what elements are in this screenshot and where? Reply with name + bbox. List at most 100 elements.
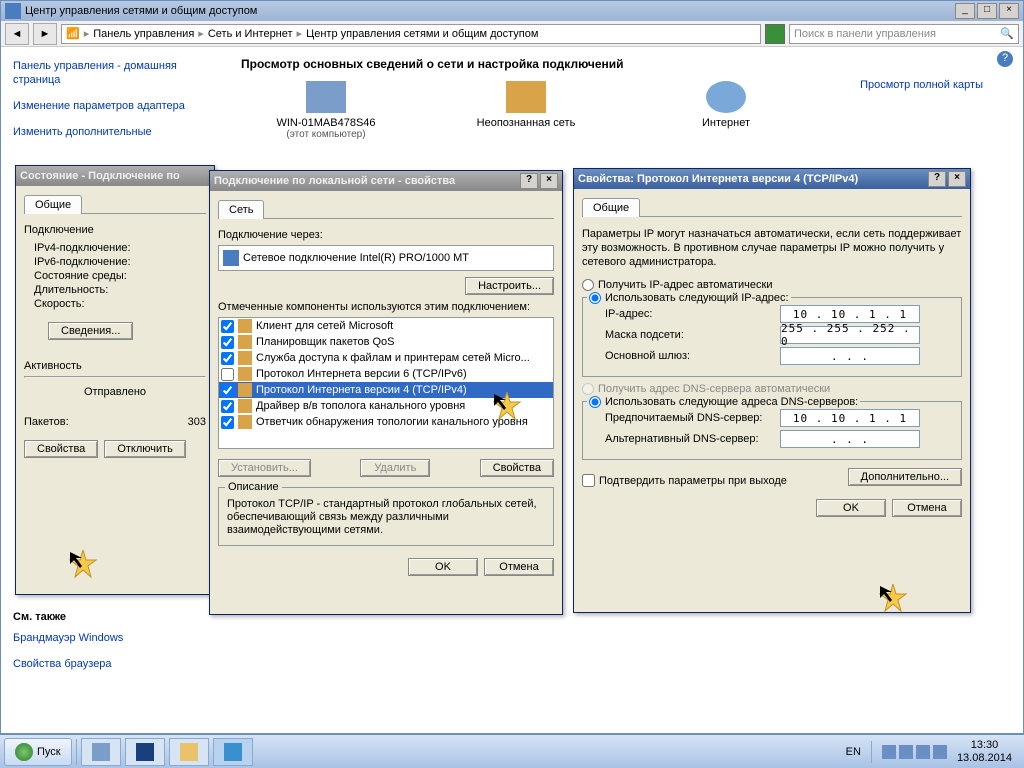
back-button[interactable]: ◄ (5, 23, 29, 45)
net-node-network: Неопознанная сеть (471, 81, 581, 140)
globe-icon (706, 81, 746, 113)
tray-icons[interactable] (882, 745, 947, 759)
titlebar[interactable]: Центр управления сетями и общим доступом… (1, 1, 1023, 21)
ip-address-input[interactable]: 10 . 10 . 1 . 1 (780, 305, 920, 323)
component-icon (238, 335, 252, 349)
component-icon (238, 351, 252, 365)
component-item[interactable]: Протокол Интернета версии 4 (TCP/IPv4) (219, 382, 553, 398)
minimize-button[interactable]: _ (955, 3, 975, 19)
close-button[interactable]: × (540, 173, 558, 189)
folder-icon: 📶 (66, 27, 80, 40)
help-button[interactable]: ? (520, 173, 538, 189)
component-icon (238, 367, 252, 381)
tab-network[interactable]: Сеть (218, 200, 264, 219)
network-icon (506, 81, 546, 113)
adapter-box: Сетевое подключение Intel(R) PRO/1000 MT (218, 245, 554, 271)
taskbar-network-active[interactable] (213, 738, 253, 766)
sidebar-link-home[interactable]: Панель управления - домашняя страница (13, 59, 189, 87)
ok-button[interactable]: OK (816, 499, 886, 517)
component-checkbox[interactable] (221, 352, 234, 365)
help-button[interactable]: ? (928, 171, 946, 187)
component-item[interactable]: Протокол Интернета версии 6 (TCP/IPv6) (219, 366, 553, 382)
component-item[interactable]: Ответчик обнаружения топологии канальног… (219, 414, 553, 430)
app-icon (5, 3, 21, 19)
activity-heading: Активность (24, 360, 206, 372)
clock[interactable]: 13:30 13.08.2014 (957, 739, 1012, 765)
page-heading: Просмотр основных сведений о сети и наст… (241, 57, 983, 71)
dns2-input[interactable]: . . . (780, 430, 920, 448)
system-tray: EN 13:30 13.08.2014 (846, 739, 1020, 765)
sidebar-link-browser[interactable]: Свойства браузера (13, 657, 189, 671)
tcpip-properties-dialog: Свойства: Протокол Интернета версии 4 (T… (573, 168, 971, 613)
start-button[interactable]: Пуск (4, 738, 72, 766)
configure-button[interactable]: Настроить... (465, 277, 554, 295)
sidebar-link-advanced[interactable]: Изменить дополнительные (13, 125, 189, 139)
connection-heading: Подключение (24, 224, 206, 236)
remove-button[interactable]: Удалить (360, 459, 430, 477)
connection-properties-dialog: Подключение по локальной сети - свойства… (209, 170, 563, 615)
dialog-titlebar[interactable]: Свойства: Протокол Интернета версии 4 (T… (574, 169, 970, 189)
component-item[interactable]: Драйвер в/в тополога канального уровня (219, 398, 553, 414)
taskbar-explorer[interactable] (81, 738, 121, 766)
close-button[interactable]: × (999, 3, 1019, 19)
component-list[interactable]: Клиент для сетей MicrosoftПланировщик па… (218, 317, 554, 449)
address-bar[interactable]: 📶 ▸ Панель управления ▸ Сеть и Интернет … (61, 24, 761, 44)
maximize-button[interactable]: □ (977, 3, 997, 19)
adapter-icon (223, 250, 239, 266)
component-item[interactable]: Служба доступа к файлам и принтерам сете… (219, 350, 553, 366)
radio-auto-ip[interactable]: Получить IP-адрес автоматически (582, 279, 962, 291)
advanced-button[interactable]: Дополнительно... (848, 468, 962, 486)
cancel-button[interactable]: Отмена (892, 499, 962, 517)
dialog-titlebar[interactable]: Состояние - Подключение по (16, 166, 214, 186)
taskbar-powershell[interactable] (125, 738, 165, 766)
breadcrumb[interactable]: Центр управления сетями и общим доступом (306, 28, 538, 40)
component-item[interactable]: Планировщик пакетов QoS (219, 334, 553, 350)
sidebar-link-adapter[interactable]: Изменение параметров адаптера (13, 99, 189, 113)
computer-icon (306, 81, 346, 113)
component-checkbox[interactable] (221, 336, 234, 349)
subnet-mask-input[interactable]: 255 . 255 . 252 . 0 (780, 326, 920, 344)
taskbar-folder[interactable] (169, 738, 209, 766)
taskbar[interactable]: Пуск EN 13:30 13.08.2014 (0, 734, 1024, 768)
component-icon (238, 383, 252, 397)
component-checkbox[interactable] (221, 320, 234, 333)
forward-button[interactable]: ► (33, 23, 57, 45)
refresh-button[interactable] (765, 24, 785, 44)
component-icon (238, 415, 252, 429)
radio-manual-ip[interactable]: Использовать следующий IP-адрес: (587, 292, 791, 304)
component-checkbox[interactable] (221, 368, 234, 381)
close-button[interactable]: × (948, 171, 966, 187)
confirm-checkbox[interactable]: Подтвердить параметры при выходе (582, 474, 787, 487)
view-map-link[interactable]: Просмотр полной карты (860, 79, 983, 91)
language-indicator[interactable]: EN (846, 746, 861, 758)
connection-status-dialog: Состояние - Подключение по Общие Подключ… (15, 165, 215, 595)
cancel-button[interactable]: Отмена (484, 558, 554, 576)
breadcrumb[interactable]: Сеть и Интернет (208, 28, 293, 40)
properties-button[interactable]: Свойства (24, 440, 98, 458)
component-checkbox[interactable] (221, 384, 234, 397)
sidebar-link-firewall[interactable]: Брандмауэр Windows (13, 631, 189, 645)
tab-general[interactable]: Общие (24, 195, 82, 214)
see-also-heading: См. также (13, 611, 189, 623)
component-icon (238, 319, 252, 333)
window-title: Центр управления сетями и общим доступом (25, 5, 257, 17)
net-node-internet: Интернет (671, 81, 781, 140)
gateway-input[interactable]: . . . (780, 347, 920, 365)
start-orb-icon (15, 743, 33, 761)
search-input[interactable]: Поиск в панели управления 🔍 (789, 24, 1019, 44)
search-icon: 🔍 (1000, 27, 1014, 40)
disable-button[interactable]: Отключить (104, 440, 186, 458)
dialog-titlebar[interactable]: Подключение по локальной сети - свойства… (210, 171, 562, 191)
dns1-input[interactable]: 10 . 10 . 1 . 1 (780, 409, 920, 427)
install-button[interactable]: Установить... (218, 459, 311, 477)
details-button[interactable]: Сведения... (48, 322, 133, 340)
tab-general[interactable]: Общие (582, 198, 640, 217)
component-checkbox[interactable] (221, 400, 234, 413)
radio-manual-dns[interactable]: Использовать следующие адреса DNS-сервер… (587, 396, 860, 408)
radio-auto-dns: Получить адрес DNS-сервера автоматически (582, 383, 962, 395)
ok-button[interactable]: OK (408, 558, 478, 576)
component-properties-button[interactable]: Свойства (480, 459, 554, 477)
component-checkbox[interactable] (221, 416, 234, 429)
component-item[interactable]: Клиент для сетей Microsoft (219, 318, 553, 334)
breadcrumb[interactable]: Панель управления (93, 28, 194, 40)
